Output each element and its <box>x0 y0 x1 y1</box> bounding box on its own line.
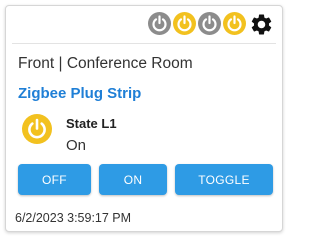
power-on-icon[interactable] <box>223 12 246 35</box>
header-divider <box>12 43 276 44</box>
power-off-icon[interactable] <box>198 12 221 35</box>
power-on-icon[interactable] <box>173 12 196 35</box>
state-value: On <box>66 137 87 154</box>
device-location: Front | Conference Room <box>18 55 193 72</box>
last-updated-timestamp: 6/2/2023 3:59:17 PM <box>15 211 132 225</box>
off-button[interactable]: OFF <box>18 164 91 195</box>
power-off-icon[interactable] <box>148 12 171 35</box>
toggle-button[interactable]: TOGGLE <box>175 164 273 195</box>
power-icon <box>22 114 52 144</box>
action-button-row: OFF ON TOGGLE <box>18 164 273 195</box>
device-icon-bar <box>148 12 274 37</box>
state-label: State L1 <box>66 116 117 131</box>
on-button[interactable]: ON <box>99 164 167 195</box>
device-name-link[interactable]: Zigbee Plug Strip <box>18 85 141 102</box>
gear-icon[interactable] <box>249 12 274 37</box>
device-card: Front | Conference Room Zigbee Plug Stri… <box>5 5 283 232</box>
